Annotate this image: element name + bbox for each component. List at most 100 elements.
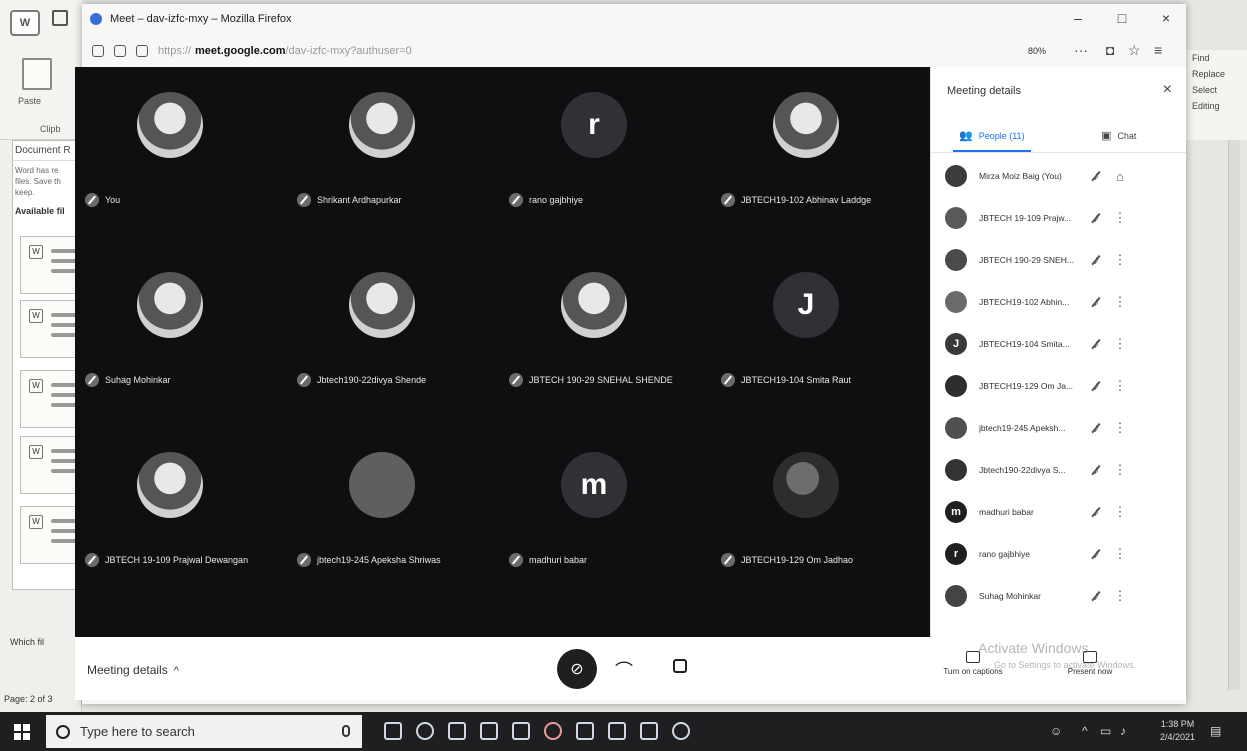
participant-list-item[interactable]: jbtech19-245 Apeksh... ♪ ⋮ (945, 413, 1175, 443)
recovered-file-item[interactable]: W (20, 436, 82, 494)
participant-tile[interactable]: JBTECH 190-29 SNEHAL SHENDE (499, 247, 704, 417)
search-placeholder: Type here to search (80, 724, 195, 739)
more-options-icon[interactable]: ⋮ (1111, 336, 1129, 352)
select-button[interactable]: Select (1186, 82, 1247, 98)
more-options-icon[interactable]: ⋮ (1111, 252, 1129, 268)
tab-chat[interactable]: ▣ Chat (1101, 129, 1136, 142)
more-options-icon[interactable]: ⋮ (1111, 378, 1129, 394)
recovered-file-item[interactable]: W (20, 236, 82, 294)
tab-people[interactable]: 👥 People (11) (953, 129, 1031, 152)
participant-tile[interactable]: r rano gajbhiye (499, 67, 704, 237)
volume-icon[interactable]: ♪ (1120, 724, 1126, 738)
participant-tile[interactable]: JBTECH19-102 Abhinav Laddge (711, 67, 916, 237)
more-options-icon[interactable]: ⋮ (1111, 420, 1129, 436)
document-recovery-text: Word has re files. Save th keep. (15, 166, 61, 197)
recovered-file-item[interactable]: W (20, 506, 82, 564)
participant-tile[interactable]: Shrikant Ardhapurkar (287, 67, 492, 237)
url-bar[interactable]: https:// meet.google.com /dav-izfc-mxy?a… (82, 34, 1186, 68)
close-button[interactable]: × (1156, 10, 1176, 26)
participant-tile[interactable]: jbtech19-245 Apeksha Shriwas (287, 427, 492, 597)
participant-tile[interactable]: Jbtech190-22divya Shende (287, 247, 492, 417)
participant-name-label: JBTECH 19-109 Prajwal Dewangan (85, 553, 248, 567)
video-grid: You Shrikant Ardhapurkar r rano gajbhiye JBT… (75, 67, 930, 637)
more-options-icon[interactable]: ⋮ (1111, 294, 1129, 310)
participant-list-item[interactable]: J JBTECH19-104 Smita... ♪ ⋮ (945, 329, 1175, 359)
participant-list-item[interactable]: JBTECH19-129 Om Ja... ♪ ⋮ (945, 371, 1175, 401)
file-explorer-icon[interactable] (448, 722, 466, 740)
mic-off-icon: ♪ (1081, 421, 1111, 435)
mic-off-icon (721, 193, 735, 207)
people-tray-icon[interactable]: ☺ (1050, 724, 1062, 738)
paste-button[interactable] (22, 58, 52, 90)
participant-list-item[interactable]: JBTECH19-102 Abhin... ♪ ⋮ (945, 287, 1175, 317)
participant-list-item[interactable]: Jbtech190-22divya S... ♪ ⋮ (945, 455, 1175, 485)
participant-list-item[interactable]: m madhuri babar ♪ ⋮ (945, 497, 1175, 527)
pocket-icon[interactable]: ◘ (1106, 42, 1114, 58)
zoom-level[interactable]: 80% (1028, 46, 1046, 56)
url-host: meet.google.com (195, 45, 286, 57)
word-app-icon[interactable] (640, 722, 658, 740)
participant-avatar (945, 417, 967, 439)
participant-list-item[interactable]: r rano gajbhiye ♪ ⋮ (945, 539, 1175, 569)
participant-tile[interactable]: Suhag Mohinkar (75, 247, 280, 417)
mic-off-icon: ♪ (1081, 253, 1111, 267)
chrome-icon[interactable] (672, 722, 690, 740)
minimize-button[interactable]: – (1068, 10, 1088, 26)
word-editing-group: Find Replace Select Editing (1186, 50, 1247, 140)
participant-avatar (137, 272, 203, 338)
find-button[interactable]: Find (1186, 50, 1247, 66)
bookmark-star-icon[interactable]: ☆ (1128, 42, 1141, 59)
photos-icon[interactable] (576, 722, 594, 740)
taskbar-clock[interactable]: 1:38 PM 2/4/2021 (1160, 718, 1195, 744)
tray-chevron-icon[interactable]: ^ (1082, 724, 1088, 738)
more-options-icon[interactable]: ⋮ (1111, 210, 1129, 226)
more-options-icon[interactable]: ⋮ (1111, 546, 1129, 562)
save-icon[interactable] (52, 10, 68, 26)
maximize-button[interactable]: □ (1112, 10, 1132, 26)
close-icon[interactable]: × (1163, 81, 1172, 99)
meeting-details-button[interactable]: Meeting details ^ (87, 663, 179, 677)
participant-list-item[interactable]: JBTECH 19-109 Prajw... ♪ ⋮ (945, 203, 1175, 233)
document-recovery-header: Document R (13, 141, 83, 161)
participant-list-item[interactable]: Mirza Moiz Baig (You) ♪ ⌂ (945, 161, 1175, 191)
gallery-icon[interactable] (608, 722, 626, 740)
permissions-icon[interactable] (136, 45, 148, 57)
microphone-icon[interactable] (342, 725, 350, 737)
network-icon[interactable]: ▭ (1100, 724, 1111, 738)
participant-list-item[interactable]: Suhag Mohinkar ♪ ⋮ (945, 581, 1175, 611)
more-options-icon[interactable]: ⋮ (1111, 588, 1129, 604)
word-scrollbar[interactable] (1228, 140, 1240, 690)
store-icon[interactable] (480, 722, 498, 740)
hang-up-button[interactable]: ⌒ (615, 657, 633, 683)
pin-icon[interactable]: ⌂ (1111, 169, 1129, 184)
participant-avatar (137, 452, 203, 518)
mic-toggle-button[interactable]: ⊘ (557, 649, 597, 689)
participant-avatar (349, 92, 415, 158)
lock-icon[interactable] (114, 45, 126, 57)
participant-tile[interactable]: JBTECH 19-109 Prajwal Dewangan (75, 427, 280, 597)
shield-icon[interactable] (92, 45, 104, 57)
participant-name-label: JBTECH 190-29 SNEHAL SHENDE (509, 373, 673, 387)
page-actions-icon[interactable]: ··· (1074, 42, 1088, 58)
recovered-file-item[interactable]: W (20, 300, 82, 358)
participant-name: You (105, 195, 121, 205)
participant-tile[interactable]: JBTECH19-129 Om Jadhao (711, 427, 916, 597)
windows-start-icon[interactable] (14, 724, 30, 740)
more-options-icon[interactable]: ⋮ (1111, 504, 1129, 520)
firefox-icon[interactable] (544, 722, 562, 740)
participant-name-label: rano gajbhiye (509, 193, 583, 207)
task-view-icon[interactable] (384, 722, 402, 740)
participant-tile[interactable]: J JBTECH19-104 Smita Raut (711, 247, 916, 417)
more-options-icon[interactable]: ⋮ (1111, 462, 1129, 478)
menu-icon[interactable]: ≡ (1154, 42, 1162, 58)
mail-icon[interactable] (512, 722, 530, 740)
participant-tile[interactable]: m madhuri babar (499, 427, 704, 597)
participant-list-item[interactable]: JBTECH 190-29 SNEH... ♪ ⋮ (945, 245, 1175, 275)
recovered-file-item[interactable]: W (20, 370, 82, 428)
camera-toggle-button[interactable] (673, 659, 687, 673)
taskbar-search-box[interactable]: Type here to search (46, 715, 362, 748)
edge-icon[interactable] (416, 722, 434, 740)
notification-icon[interactable]: ▤ (1210, 724, 1221, 738)
participant-tile[interactable]: You (75, 67, 280, 237)
replace-button[interactable]: Replace (1186, 66, 1247, 82)
